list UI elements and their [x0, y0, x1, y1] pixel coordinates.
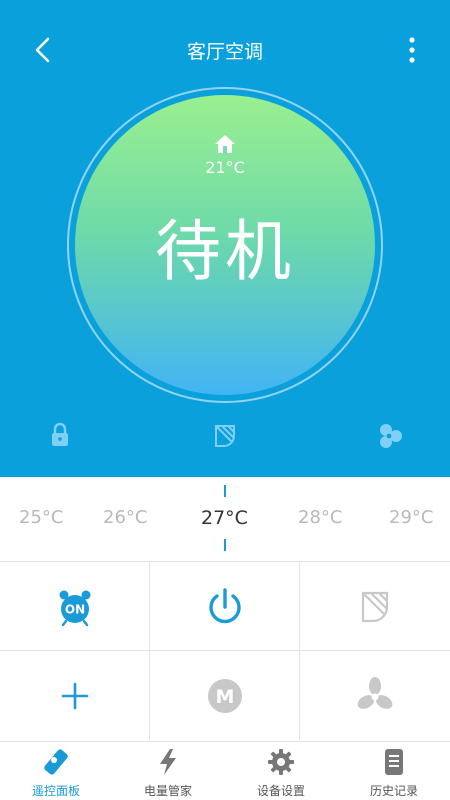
gear-icon — [268, 749, 294, 775]
lock-icon[interactable] — [45, 420, 75, 450]
tab-device-settings[interactable]: 设备设置 — [225, 742, 337, 800]
history-list-icon — [385, 749, 403, 775]
plus-icon — [61, 682, 89, 710]
timer-on-badge: ON — [65, 603, 85, 617]
swing-direction-button[interactable] — [300, 562, 450, 651]
temp-option-26[interactable]: 26°C — [103, 507, 147, 528]
tab-label: 遥控面板 — [31, 784, 80, 798]
timer-button[interactable]: ON — [0, 562, 150, 651]
temperature-selector[interactable]: 25°C 26°C 27°C 28°C 29°C — [0, 477, 450, 562]
fan-button[interactable] — [300, 651, 450, 740]
control-panel-header-area: 客厅空调 21°C 待机 — [0, 0, 450, 477]
swing-icon[interactable] — [210, 420, 240, 450]
indoor-temperature: 21°C — [205, 158, 245, 177]
mode-button[interactable]: M — [150, 651, 300, 740]
tab-label: 电量管家 — [143, 784, 192, 798]
tab-label: 设备设置 — [256, 784, 305, 798]
more-vertical-icon[interactable] — [398, 34, 426, 66]
control-grid: ON M — [0, 562, 450, 741]
fan-icon — [357, 677, 393, 709]
home-icon — [215, 135, 235, 153]
temp-option-29[interactable]: 29°C — [389, 507, 433, 528]
app-bar: 客厅空调 — [0, 0, 450, 100]
selector-top-marker — [224, 485, 226, 497]
power-button[interactable] — [150, 562, 300, 651]
swing-direction-icon — [361, 591, 389, 623]
lightning-icon — [160, 749, 176, 775]
selector-bottom-marker — [224, 539, 226, 551]
tab-remote-panel[interactable]: 遥控面板 — [0, 742, 112, 800]
page-title: 客厅空调 — [186, 41, 263, 63]
power-icon — [209, 588, 241, 624]
fan-speed-icon[interactable] — [376, 420, 406, 450]
remote-control-icon — [44, 749, 68, 775]
temp-option-27-selected[interactable]: 27°C — [201, 507, 248, 529]
bottom-tab-bar: 遥控面板 电量管家 设备设置 历史记录 — [0, 741, 450, 800]
mode-badge: M — [216, 686, 235, 708]
mode-icon: M — [208, 679, 242, 713]
temp-increase-button[interactable] — [0, 651, 150, 740]
tab-history[interactable]: 历史记录 — [338, 742, 450, 800]
temp-option-25[interactable]: 25°C — [19, 507, 63, 528]
tab-label: 历史记录 — [369, 784, 418, 798]
ac-state-text: 待机 — [155, 213, 295, 290]
alarm-clock-icon: ON — [59, 590, 91, 627]
temp-option-28[interactable]: 28°C — [298, 507, 342, 528]
tab-power-manager[interactable]: 电量管家 — [112, 742, 224, 800]
